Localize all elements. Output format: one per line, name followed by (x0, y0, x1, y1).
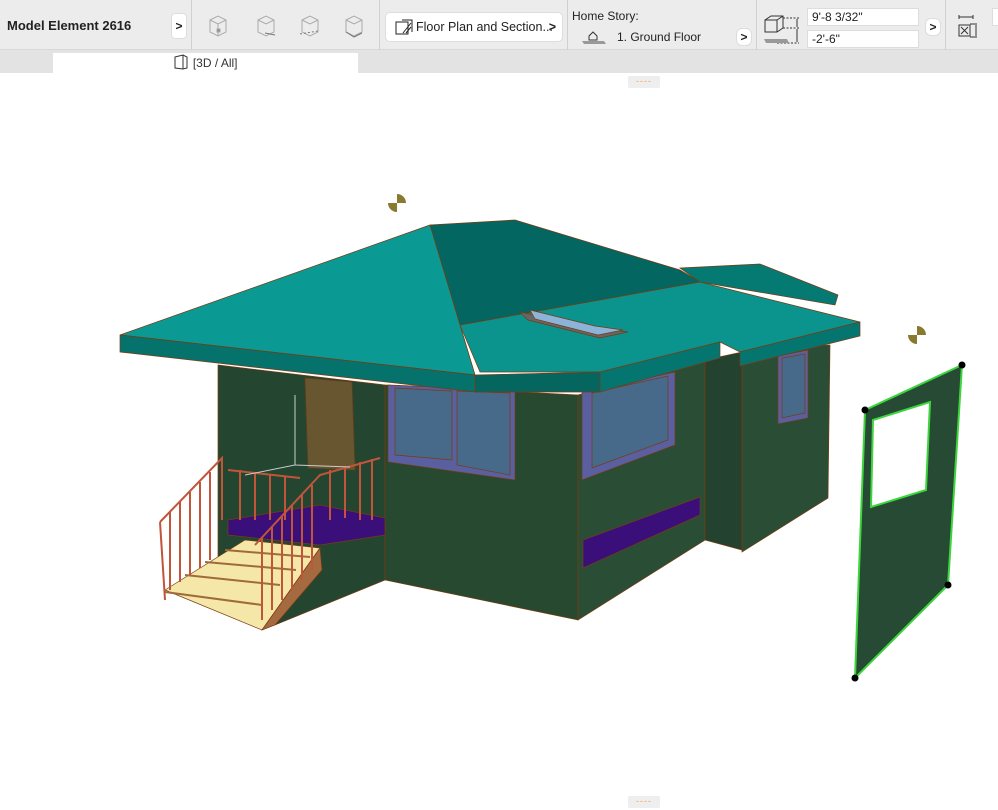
expand-element-button[interactable]: > (171, 13, 187, 39)
bottom-resize-handle[interactable]: ---- (628, 796, 660, 808)
offset-chevron[interactable]: > (925, 18, 941, 36)
tab-label: [3D / All] (192, 56, 238, 70)
window-pane (456, 390, 511, 476)
wing-front-wall (704, 351, 743, 551)
selected-wall-element (851, 361, 966, 682)
info-box-toolbar: Model Element 2616 > Floor Plan and Sect… (0, 0, 998, 50)
cube-point-icon (209, 15, 227, 37)
cube-poly-icon (345, 15, 363, 38)
home-story-label: Home Story: (572, 9, 639, 23)
rotation-marker-icon (388, 194, 406, 212)
floor-plan-section-button[interactable]: Floor Plan and Section... > (385, 12, 563, 42)
geometry-method-icons[interactable] (205, 14, 375, 40)
chevron-right-icon: > (548, 20, 556, 34)
3d-viewport[interactable] (0, 73, 998, 793)
floor-plan-section-label: Floor Plan and Section... (416, 20, 553, 34)
cube-line-icon (257, 15, 276, 37)
home-story-icon (582, 31, 606, 44)
house-model (119, 219, 861, 631)
size-icon (958, 15, 977, 38)
tab-3d-all[interactable]: [3D / All] (53, 53, 358, 73)
home-story-chevron[interactable]: > (736, 28, 752, 46)
top-offset-input[interactable]: 9'-8 3/32" (807, 8, 919, 26)
bottom-offset-input[interactable]: -2'-6" (807, 30, 919, 48)
floor-plan-section-icon (395, 19, 413, 35)
home-story-value[interactable]: 1. Ground Floor (617, 30, 701, 44)
offset-icon (764, 15, 799, 44)
entry-door (304, 377, 356, 471)
element-title: Model Element 2616 (7, 18, 132, 33)
window-pane (781, 353, 806, 419)
roof-fascia (474, 371, 601, 393)
cube-rect-icon (299, 15, 319, 37)
rotation-marker-icon (908, 326, 926, 344)
3d-window-icon (174, 54, 188, 70)
window-pane (394, 387, 453, 461)
size-input[interactable] (992, 8, 998, 26)
